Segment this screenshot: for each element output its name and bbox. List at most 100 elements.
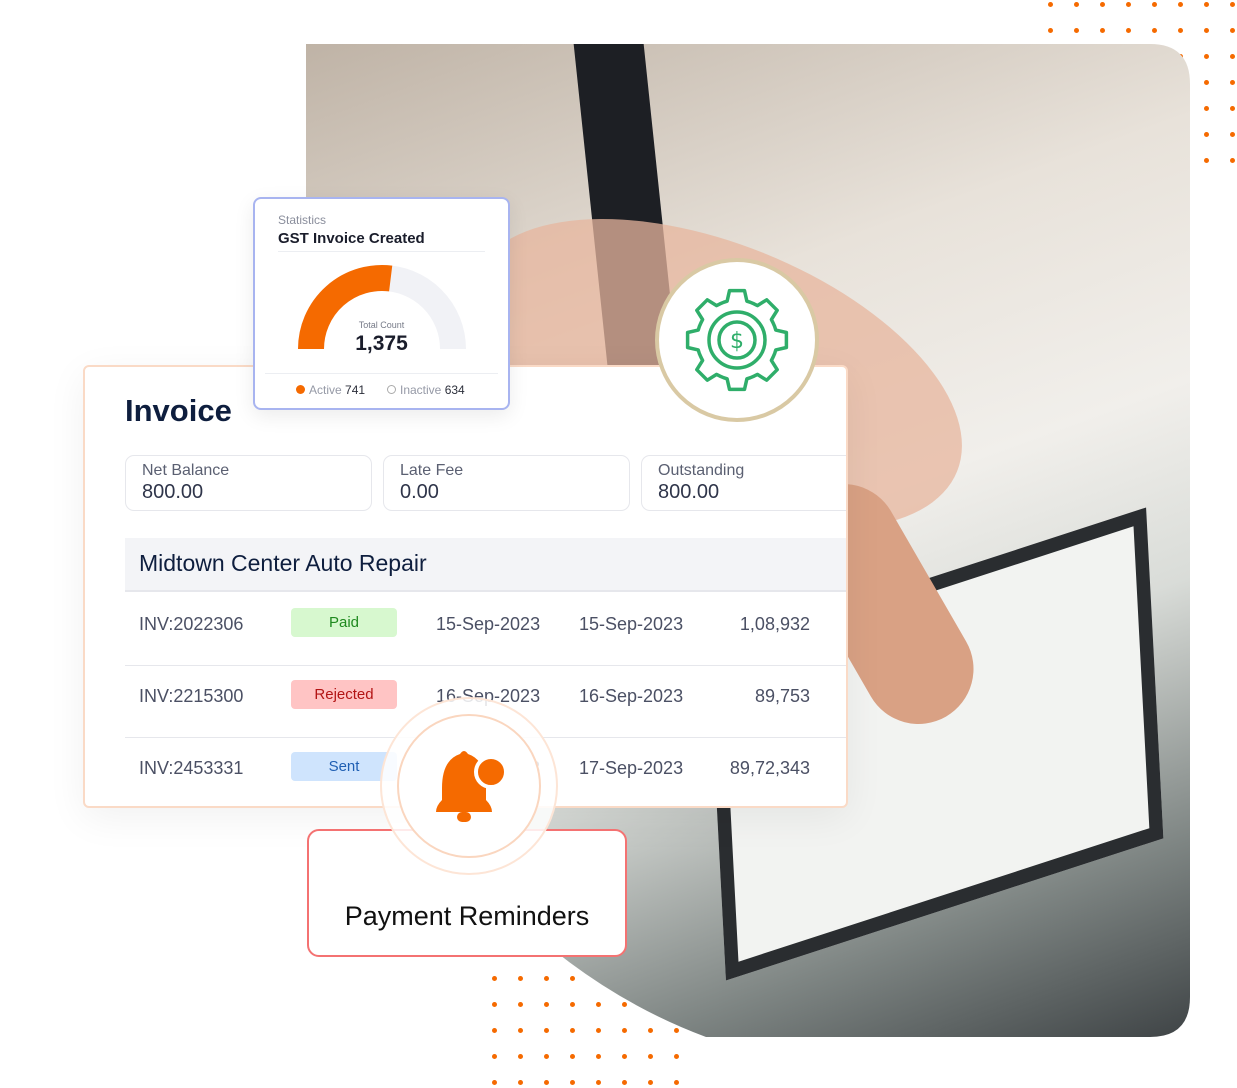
dot [622,1028,627,1033]
summary-label: Outstanding [658,462,745,479]
dot [492,1028,497,1033]
dot [596,1054,601,1059]
dot [1204,80,1209,85]
dot [544,1002,549,1007]
dot [1204,2,1209,7]
due-date: 15-Sep-2023 [579,614,684,634]
dot [1230,28,1235,33]
dot [570,976,575,981]
dot [492,1002,497,1007]
summary-label: Net Balance [142,462,230,479]
legend-inactive: Inactive 634 [387,383,465,397]
dot [648,1028,653,1033]
invoice-id: INV:2022306 [139,614,244,634]
dot [570,1028,575,1033]
dot [518,1080,523,1085]
legend-label: Inactive [400,383,442,397]
dot [492,1080,497,1085]
dot [1204,132,1209,137]
dot [1074,28,1079,33]
dot [544,1080,549,1085]
legend-value: 741 [345,383,366,397]
dot [1126,28,1131,33]
dot [492,976,497,981]
dot [674,1054,679,1059]
dot [518,1054,523,1059]
late-fee-box: Late Fee 0.00 [383,455,630,511]
dot [570,1002,575,1007]
summary-value: 0.00 [400,481,439,503]
dollar-gear-icon: $ [685,288,789,392]
status-badge: Rejected [291,680,397,709]
outstanding-box: Outstanding 800.00 [641,455,846,511]
gear-badge: $ [655,258,819,422]
dot [570,1054,575,1059]
dot [518,1028,523,1033]
dot [544,976,549,981]
dot [1230,106,1235,111]
dot [622,1080,627,1085]
payment-reminders-label: Payment Reminders [344,901,590,931]
dot [1230,132,1235,137]
summary-value: 800.00 [658,481,720,503]
dot [596,1080,601,1085]
gst-statistics-card: Statistics GST Invoice Created Total Cou… [253,197,510,410]
gauge-chart [298,265,466,350]
invoice-id: INV:2215300 [139,686,244,706]
gauge-center-label: Total Count [358,320,405,330]
active-dot-icon [296,385,305,394]
legend-value: 634 [444,383,465,397]
invoice-amount: 89,72,343 [729,758,810,778]
dot [492,1054,497,1059]
dot [544,1054,549,1059]
dot [1204,106,1209,111]
illustration: Invoice Net Balance 800.00 Late Fee 0.00… [0,0,1237,1088]
dot [1230,2,1235,7]
invoice-title: Invoice [125,393,232,428]
bell-badge [397,714,541,858]
dot [1074,2,1079,7]
dot [570,1080,575,1085]
dot [1230,158,1235,163]
dot [518,976,523,981]
summary-label: Late Fee [400,462,464,479]
dot [648,1054,653,1059]
dot [674,1028,679,1033]
net-balance-box: Net Balance 800.00 [125,455,372,511]
dot [1178,28,1183,33]
dot [1100,28,1105,33]
dot [596,1028,601,1033]
dot [518,1002,523,1007]
invoice-date: 15-Sep-2023 [436,614,541,634]
summary-value: 800.00 [142,481,204,503]
dot [1152,2,1157,7]
dot [1048,28,1053,33]
dot [1230,54,1235,59]
dot [622,1002,627,1007]
dot [648,1080,653,1085]
due-date: 17-Sep-2023 [579,758,684,778]
dot [1204,28,1209,33]
inactive-dot-icon [387,385,396,394]
dot [1152,28,1157,33]
dot [622,1054,627,1059]
invoice-id: INV:2453331 [139,758,244,778]
invoice-amount: 89,753 [754,686,810,706]
dot [1126,2,1131,7]
gauge-total: 1,375 [355,332,408,355]
dot [1230,80,1235,85]
dot [596,1002,601,1007]
dot [1100,2,1105,7]
svg-text:$: $ [730,329,744,354]
legend-label: Active [309,383,342,397]
legend-active: Active 741 [296,383,365,397]
dot [1204,54,1209,59]
invoice-amount: 1,08,932 [739,614,810,634]
dot [1178,2,1183,7]
dot [1204,158,1209,163]
invoice-row[interactable]: INV:2022306 Paid 15-Sep-2023 15-Sep-2023… [125,594,846,666]
dot [674,1080,679,1085]
notification-bell-icon [436,751,508,822]
dot [544,1028,549,1033]
status-badge: Paid [291,608,397,637]
